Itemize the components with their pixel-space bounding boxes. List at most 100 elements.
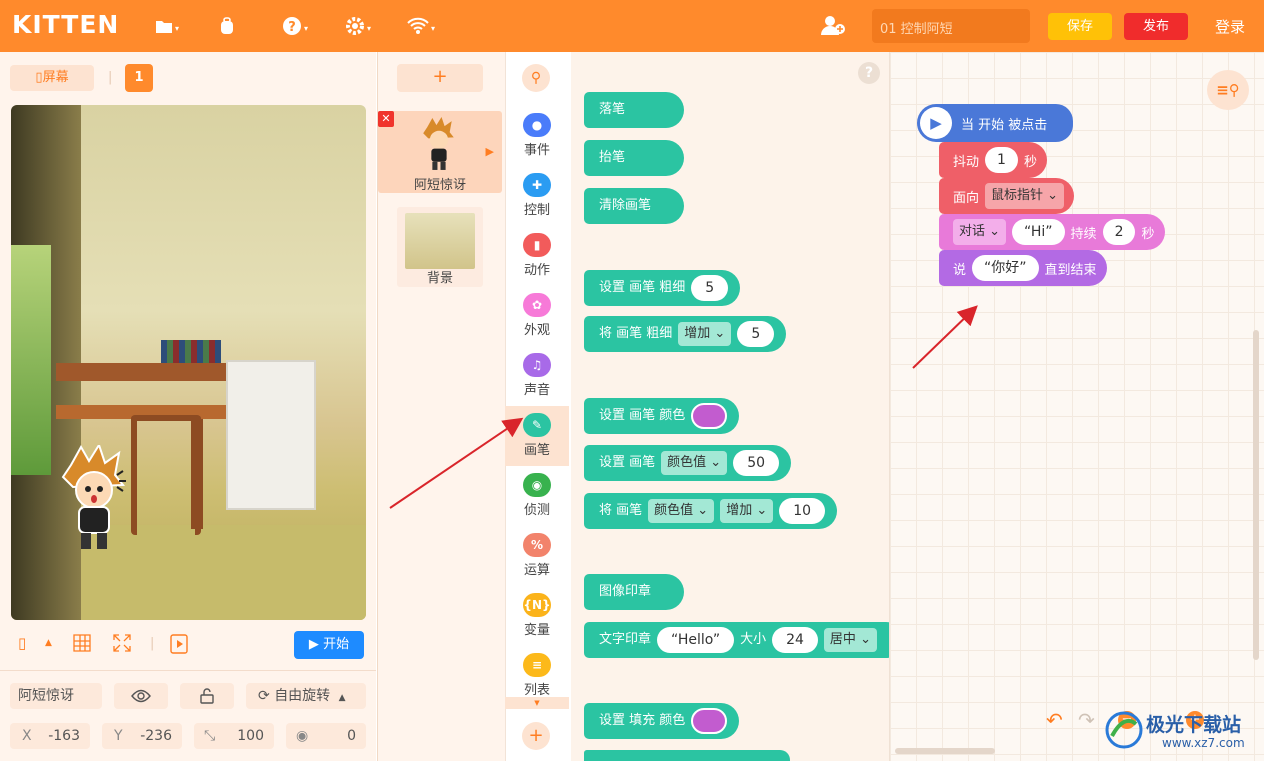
unlock-icon[interactable] (180, 683, 234, 709)
sprite-card[interactable]: ✕ ▶ 阿短惊讶 (378, 111, 502, 193)
save-button[interactable]: 保存 (1048, 13, 1112, 40)
script-say-until-end[interactable]: 说 “你好” 直到结束 (939, 250, 1107, 286)
category-icon: ▮ (523, 233, 551, 257)
size-value: 100 (237, 728, 264, 744)
block-clear-pen[interactable]: 清除画笔 (584, 188, 684, 224)
align-dropdown[interactable]: 居中 ⌄ (823, 628, 877, 652)
category-icon: ✚ (523, 173, 551, 197)
help-icon[interactable]: ? (858, 62, 880, 84)
portrait-icon[interactable]: ▯ (18, 634, 26, 652)
direction-field[interactable]: ◉ 0 (286, 723, 366, 749)
category-label: 运算 (523, 563, 550, 578)
color-swatch[interactable] (691, 708, 728, 734)
script-dialog[interactable]: 对话 ⌄ “Hi” 持续 2 秒 (939, 214, 1165, 250)
chevron-right-icon: ▶ (485, 145, 494, 158)
value-input[interactable]: 2 (1102, 219, 1136, 245)
horizontal-scrollbar[interactable] (895, 748, 995, 754)
visibility-eye-icon[interactable] (114, 683, 168, 709)
script-shake[interactable]: 抖动 1 秒 (939, 142, 1047, 178)
category-item[interactable]: % 运算 (505, 526, 569, 586)
direction-value: 0 (347, 728, 356, 744)
vertical-scrollbar[interactable] (1253, 330, 1259, 660)
category-item[interactable]: ✚ 控制 (505, 166, 569, 226)
help-icon[interactable]: ? ▾ (282, 14, 312, 38)
category-icon: ≡ (523, 653, 551, 677)
block-pen-up[interactable]: 抬笔 (584, 140, 684, 176)
backpack-icon[interactable] (218, 14, 248, 38)
delete-icon[interactable]: ✕ (378, 111, 394, 127)
stage-canvas[interactable] (11, 105, 366, 620)
background-thumbnail (405, 213, 475, 269)
sprite-thumbnail (423, 117, 454, 170)
redo-icon[interactable]: ↷ (1078, 708, 1095, 732)
block-partial[interactable] (584, 750, 790, 761)
category-item[interactable]: ▮ 动作 (505, 226, 569, 286)
block-pen-down[interactable]: 落笔 (584, 92, 684, 128)
folder-icon[interactable]: ▾ (155, 14, 185, 38)
text-input[interactable]: “Hi” (1012, 219, 1065, 245)
category-icon: ● (523, 113, 551, 137)
add-sprite-button[interactable]: + (397, 64, 483, 92)
category-label: 动作 (523, 263, 550, 278)
screen-icon: ▯ (35, 70, 43, 85)
x-position-field[interactable]: X -163 (10, 723, 90, 749)
text-input[interactable]: “Hello” (657, 627, 735, 653)
start-button[interactable]: ▶ 开始 (294, 631, 364, 659)
fullscreen-icon[interactable] (113, 634, 131, 656)
scene-number-badge[interactable]: 1 (125, 64, 153, 92)
block-text-stamp[interactable]: 文字印章 “Hello” 大小 24 居中 ⌄ (584, 622, 889, 658)
value-input[interactable]: 1 (985, 147, 1018, 173)
search-icon[interactable]: ⚲ (522, 64, 550, 92)
text-input[interactable]: “你好” (972, 255, 1039, 281)
background-name: 背景 (426, 271, 453, 286)
direction-icon: ◉ (296, 728, 309, 744)
category-item[interactable]: ● 事件 (505, 106, 569, 166)
sprite-name-field[interactable]: 阿短惊讶 (10, 683, 102, 709)
undo-icon[interactable]: ↶ (1046, 708, 1063, 732)
value-input[interactable]: 24 (772, 627, 818, 653)
publish-button[interactable]: 发布 (1124, 13, 1188, 40)
sprite-adan-surprised[interactable] (61, 445, 131, 555)
login-link[interactable]: 登录 (1215, 16, 1245, 37)
category-label: 列表 (523, 683, 550, 698)
rotate-icon: ⟳ (258, 688, 270, 704)
add-user-icon[interactable] (820, 14, 846, 40)
caret-up-icon: ▲ (338, 693, 346, 703)
script-face-toward[interactable]: 面向 鼠标指针 ⌄ (939, 178, 1075, 214)
block-label: 图像印章 (599, 584, 652, 599)
target-dropdown[interactable]: 鼠标指针 ⌄ (985, 183, 1065, 209)
block-label: 秒 (1023, 154, 1037, 170)
caret-up-icon[interactable]: ▲ (45, 638, 52, 648)
grid-icon[interactable] (73, 634, 91, 656)
video-icon[interactable] (170, 634, 188, 658)
svg-text:?: ? (288, 20, 296, 35)
size-icon: ⤡ (204, 728, 216, 744)
find-block-icon[interactable]: ≡⚲ (1207, 70, 1249, 110)
category-label: 事件 (523, 143, 550, 158)
y-value: -236 (140, 728, 172, 744)
y-position-field[interactable]: Y -236 (102, 723, 182, 749)
background-card[interactable]: 背景 (397, 207, 483, 287)
category-item[interactable]: {N} 变量 (505, 586, 569, 646)
block-stamp[interactable]: 图像印章 (584, 574, 684, 610)
x-value: -163 (48, 728, 80, 744)
scroll-down-icon[interactable]: ▼ (505, 697, 569, 709)
category-icon: % (523, 533, 551, 557)
wifi-icon[interactable]: ▾ (407, 14, 437, 38)
rotation-mode-select[interactable]: ⟳ 自由旋转 ▲ (246, 683, 366, 709)
block-label: 说 (953, 262, 967, 278)
project-name-input[interactable]: 01 控制阿短 (872, 9, 1030, 43)
size-field[interactable]: ⤡ 100 (194, 723, 274, 749)
watermark: 极光下载站 www.xz7.com (1104, 706, 1260, 754)
block-label: 持续 (1070, 226, 1097, 242)
add-extension-button[interactable]: + (522, 722, 550, 750)
rotation-label: 自由旋转 (274, 688, 331, 704)
y-label: Y (114, 728, 123, 744)
block-set-fill-color[interactable]: 设置 填充 颜色 (584, 703, 740, 739)
script-when-start-clicked[interactable]: ▶ 当 开始 被点击 (917, 104, 1073, 142)
watermark-logo-icon (1105, 711, 1143, 749)
settings-icon[interactable]: ▾ (345, 14, 375, 38)
block-label: 直到结束 (1044, 262, 1097, 278)
dialog-type-dropdown[interactable]: 对话 ⌄ (953, 219, 1007, 245)
screen-toggle-button[interactable]: ▯屏幕 (10, 65, 94, 91)
